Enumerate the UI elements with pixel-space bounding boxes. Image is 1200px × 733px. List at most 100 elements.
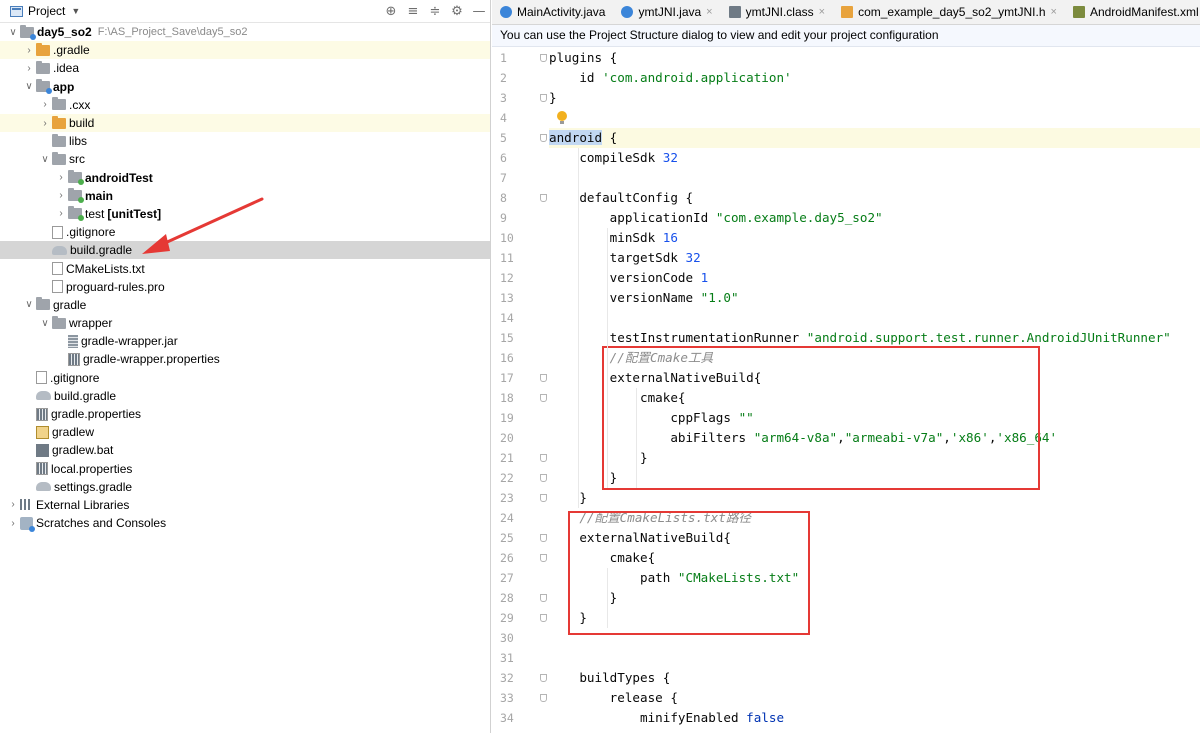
editor-tab[interactable]: com_example_day5_so2_ymtJNI.h × — [833, 0, 1065, 24]
chevron-right-icon[interactable]: › — [54, 190, 68, 201]
tree-item[interactable]: ›local.properties — [0, 460, 490, 478]
tree-item[interactable]: ›build.gradle — [0, 241, 490, 260]
editor-tab[interactable]: ymtJNI.class × — [721, 0, 833, 24]
tree-item[interactable]: › Scratches and Consoles — [0, 514, 490, 532]
tree-item[interactable]: ›CMakeLists.txt — [0, 259, 490, 277]
tree-item[interactable]: ›gradle-wrapper.jar — [0, 332, 490, 350]
code-line[interactable] — [549, 168, 1200, 188]
code-line[interactable]: targetSdk 32 — [549, 248, 1200, 268]
fold-marker-icon[interactable] — [540, 674, 547, 682]
editor-tab[interactable]: MainActivity.java — [492, 0, 613, 24]
code-line[interactable]: cmake{ — [549, 388, 1200, 408]
code-line[interactable]: externalNativeBuild{ — [549, 528, 1200, 548]
code-line[interactable]: release { — [549, 688, 1200, 708]
tree-item[interactable]: ›gradlew — [0, 423, 490, 441]
tree-item[interactable]: ›.gitignore — [0, 223, 490, 241]
chevron-down-icon[interactable]: ∨ — [22, 299, 36, 310]
close-icon[interactable]: × — [706, 6, 712, 18]
code-line[interactable]: path "CMakeLists.txt" — [549, 568, 1200, 588]
fold-marker-icon[interactable] — [540, 134, 547, 142]
tree-item[interactable]: › androidTest — [0, 169, 490, 187]
fold-marker-icon[interactable] — [540, 474, 547, 482]
code-line[interactable]: testInstrumentationRunner "android.suppo… — [549, 328, 1200, 348]
tree-item[interactable]: ∨ wrapper — [0, 314, 490, 332]
code-line[interactable]: } — [549, 88, 1200, 108]
close-icon[interactable]: × — [1051, 6, 1057, 18]
chevron-right-icon[interactable]: › — [38, 118, 52, 129]
tree-item[interactable]: ›.gitignore — [0, 369, 490, 387]
code-line[interactable]: } — [549, 468, 1200, 488]
code-line[interactable]: buildTypes { — [549, 668, 1200, 688]
fold-marker-icon[interactable] — [540, 374, 547, 382]
fold-marker-icon[interactable] — [540, 494, 547, 502]
editor-tab[interactable]: ymtJNI.java × — [613, 0, 720, 24]
tree-item[interactable]: ›proguard-rules.pro — [0, 278, 490, 296]
tree-item[interactable]: ›libs — [0, 132, 490, 150]
close-icon[interactable]: × — [819, 6, 825, 18]
tree-item[interactable]: ∨ day5_so2 F:\AS_Project_Save\day5_so2 — [0, 23, 490, 41]
collapse-all-icon[interactable]: ≑ — [424, 4, 446, 19]
code-line[interactable]: } — [549, 488, 1200, 508]
code-line[interactable]: //配置Cmake工具 — [549, 348, 1200, 368]
fold-marker-icon[interactable] — [540, 394, 547, 402]
code-line[interactable]: abiFilters "arm64-v8a","armeabi-v7a",'x8… — [549, 428, 1200, 448]
lightbulb-icon[interactable] — [557, 111, 567, 124]
code-lines[interactable]: plugins { id 'com.android.application'} a… — [549, 48, 1200, 728]
code-line[interactable]: minSdk 16 — [549, 228, 1200, 248]
tree-item[interactable]: › main — [0, 187, 490, 205]
chevron-right-icon[interactable]: › — [54, 208, 68, 219]
fold-marker-icon[interactable] — [540, 614, 547, 622]
tree-item[interactable]: ›build.gradle — [0, 387, 490, 405]
code-line[interactable] — [549, 308, 1200, 328]
code-line[interactable]: applicationId "com.example.day5_so2" — [549, 208, 1200, 228]
hide-icon[interactable]: — — [468, 4, 490, 19]
fold-marker-icon[interactable] — [540, 554, 547, 562]
fold-marker-icon[interactable] — [540, 194, 547, 202]
code-line[interactable]: versionName "1.0" — [549, 288, 1200, 308]
fold-marker-icon[interactable] — [540, 534, 547, 542]
tree-item[interactable]: ›gradle.properties — [0, 405, 490, 423]
code-line[interactable]: compileSdk 32 — [549, 148, 1200, 168]
code-line[interactable]: plugins { — [549, 48, 1200, 68]
code-line[interactable]: defaultConfig { — [549, 188, 1200, 208]
chevron-down-icon[interactable]: ∨ — [38, 318, 52, 329]
code-line[interactable] — [549, 648, 1200, 668]
chevron-right-icon[interactable]: › — [54, 172, 68, 183]
chevron-right-icon[interactable]: › — [6, 518, 20, 529]
chevron-down-icon[interactable]: ∨ — [6, 27, 20, 38]
tree-item[interactable]: › build — [0, 113, 490, 133]
code-line[interactable]: //配置CmakeLists.txt路径 — [549, 508, 1200, 528]
code-editor[interactable]: 1 2 3 4 5 6 7 8 9 10 11 12 13 14 15 16 17 18 19 20 21 22 23 24 2… — [492, 48, 1200, 733]
tree-item[interactable]: › .gradle — [0, 41, 490, 60]
tree-item[interactable]: ∨ gradle — [0, 296, 490, 314]
fold-marker-icon[interactable] — [540, 54, 547, 62]
tree-item[interactable]: ∨ src — [0, 150, 490, 168]
fold-marker-icon[interactable] — [540, 694, 547, 702]
code-line[interactable]: } — [549, 588, 1200, 608]
chevron-right-icon[interactable]: › — [22, 45, 36, 56]
tree-item[interactable]: ›gradlew.bat — [0, 441, 490, 459]
code-line[interactable] — [549, 108, 1200, 128]
chevron-right-icon[interactable]: › — [22, 63, 36, 74]
chevron-down-icon[interactable]: ∨ — [22, 81, 36, 92]
tree-item[interactable]: ∨ app — [0, 78, 490, 96]
tree-item[interactable]: › .idea — [0, 59, 490, 77]
code-line[interactable]: cppFlags "" — [549, 408, 1200, 428]
code-line[interactable]: externalNativeBuild{ — [549, 368, 1200, 388]
tree-item[interactable]: › .cxx — [0, 96, 490, 114]
fold-marker-icon[interactable] — [540, 454, 547, 462]
chevron-down-icon[interactable]: ∨ — [38, 154, 52, 165]
tree-item[interactable]: › External Libraries — [0, 496, 490, 514]
tree-item[interactable]: ›settings.gradle — [0, 478, 490, 496]
code-line[interactable]: id 'com.android.application' — [549, 68, 1200, 88]
code-line[interactable]: android { — [549, 128, 1200, 148]
fold-marker-icon[interactable] — [540, 594, 547, 602]
code-line[interactable]: minifyEnabled false — [549, 708, 1200, 728]
tree-item[interactable]: › test [unitTest] — [0, 205, 490, 223]
code-line[interactable] — [549, 628, 1200, 648]
expand-all-icon[interactable]: ≡ — [402, 4, 424, 19]
gear-icon[interactable]: ⚙ — [446, 4, 468, 19]
tree-item[interactable]: ›gradle-wrapper.properties — [0, 350, 490, 368]
locate-icon[interactable]: ⊕ — [380, 4, 402, 19]
code-line[interactable]: } — [549, 608, 1200, 628]
